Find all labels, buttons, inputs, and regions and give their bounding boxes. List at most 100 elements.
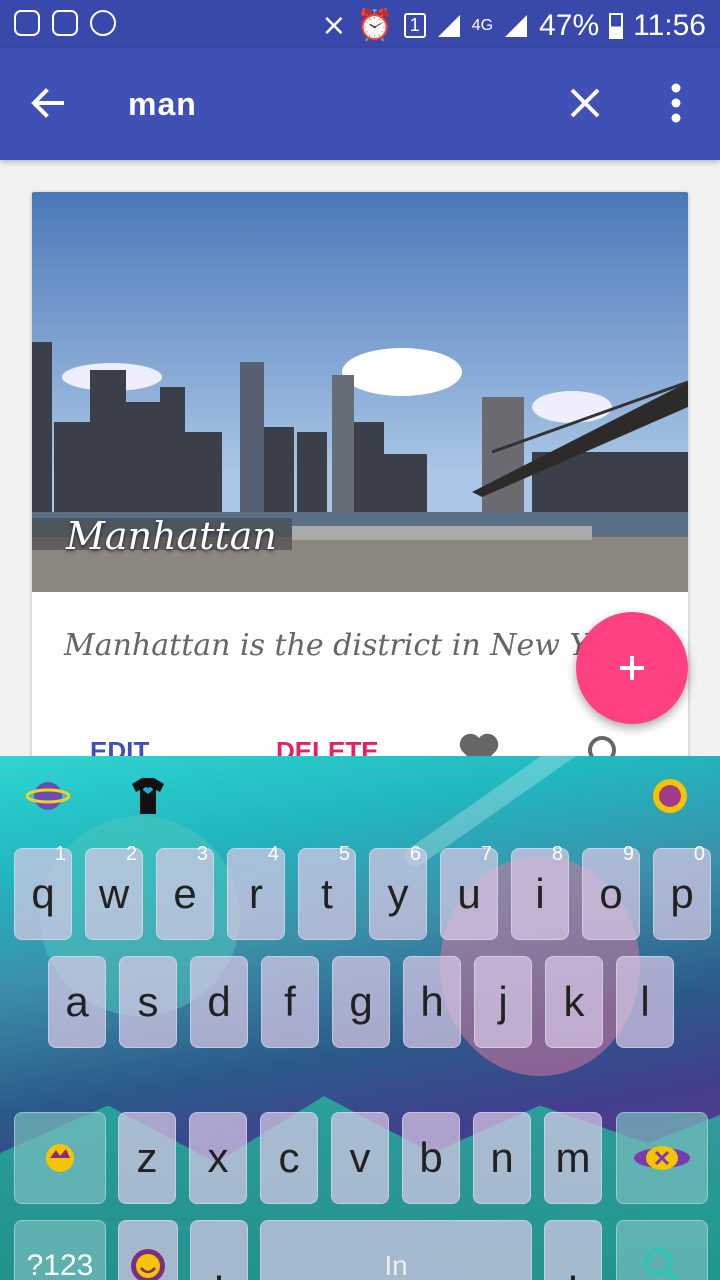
key-f[interactable]: f — [261, 956, 319, 1048]
key-e-label: e — [173, 870, 197, 917]
key-g-label: g — [349, 978, 373, 1025]
key-n[interactable]: n — [473, 1112, 531, 1204]
key-z[interactable]: z — [118, 1112, 176, 1204]
key-a[interactable]: a — [48, 956, 106, 1048]
emoji-badge-icon[interactable] — [648, 776, 692, 816]
space-label: In — [384, 1250, 408, 1280]
key-l[interactable]: l — [616, 956, 674, 1048]
key-y-number-hint: 6 — [409, 843, 421, 865]
status-bar: ⨯ ⏰ 1 4G 47% 11:56 — [0, 0, 720, 48]
key-y-label: y — [387, 870, 409, 917]
key-w-number-hint: 2 — [125, 843, 137, 865]
key-s[interactable]: s — [119, 956, 177, 1048]
key-x-label: x — [207, 1134, 229, 1181]
key-h[interactable]: h — [403, 956, 461, 1048]
comma-key[interactable]: , — [190, 1220, 248, 1280]
key-r[interactable]: r4 — [227, 843, 285, 940]
alarm-icon: ⏰ — [356, 9, 394, 42]
signal-icon-2 — [505, 14, 528, 37]
search-key[interactable] — [616, 1220, 708, 1280]
mute-icon: ⨯ — [321, 9, 347, 42]
key-q-label: q — [31, 870, 55, 917]
key-x[interactable]: x — [189, 1112, 247, 1204]
emoji-key[interactable] — [118, 1220, 178, 1280]
key-v[interactable]: v — [331, 1112, 389, 1204]
key-w[interactable]: w2 — [85, 843, 143, 940]
theme-shirt-icon[interactable] — [126, 776, 170, 816]
key-r-label: r — [249, 870, 263, 917]
period-key[interactable]: . — [544, 1220, 602, 1280]
key-g[interactable]: g — [332, 956, 390, 1048]
search-icon — [644, 1248, 680, 1280]
shift-icon — [46, 1144, 74, 1172]
key-c[interactable]: c — [260, 1112, 318, 1204]
key-o-label: o — [599, 870, 623, 917]
comma-label: , — [213, 1242, 225, 1280]
key-p[interactable]: p0 — [653, 843, 711, 940]
key-i[interactable]: i8 — [511, 843, 569, 940]
shift-key[interactable] — [14, 1112, 106, 1204]
key-n-label: n — [490, 1134, 514, 1181]
key-e[interactable]: e3 — [156, 843, 214, 940]
close-icon[interactable] — [560, 78, 610, 128]
period-label: . — [567, 1242, 579, 1280]
key-p-number-hint: 0 — [693, 843, 705, 865]
key-u-label: u — [457, 870, 481, 917]
key-t-label: t — [321, 870, 333, 917]
battery-icon — [609, 12, 624, 39]
key-b[interactable]: b — [402, 1112, 460, 1204]
key-m-label: m — [555, 1134, 591, 1181]
key-i-label: i — [535, 870, 545, 917]
network-type: 4G — [471, 16, 494, 34]
emoji-face-icon — [131, 1249, 165, 1280]
app-bar: man — [0, 48, 720, 160]
key-t-number-hint: 5 — [338, 843, 350, 865]
backspace-icon — [634, 1146, 690, 1170]
more-options-icon[interactable] — [656, 78, 696, 128]
key-q[interactable]: q1 — [14, 843, 72, 940]
key-q-number-hint: 1 — [54, 843, 66, 865]
key-j-label: j — [498, 978, 508, 1025]
key-e-number-hint: 3 — [196, 843, 208, 865]
add-fab-button[interactable] — [576, 612, 688, 724]
key-w-label: w — [98, 870, 130, 917]
key-v-label: v — [349, 1134, 371, 1181]
key-u[interactable]: u7 — [440, 843, 498, 940]
key-b-label: b — [419, 1134, 443, 1181]
key-m[interactable]: m — [544, 1112, 602, 1204]
card-title: Manhattan — [66, 514, 277, 558]
instagram-icon — [14, 10, 40, 36]
key-t[interactable]: t5 — [298, 843, 356, 940]
key-h-label: h — [420, 978, 444, 1025]
key-j[interactable]: j — [474, 956, 532, 1048]
key-k-label: k — [563, 978, 585, 1025]
key-i-number-hint: 8 — [551, 843, 563, 865]
card-description: Manhattan is the district in New Y — [64, 628, 590, 663]
key-u-number-hint: 7 — [480, 843, 492, 865]
signal-icon — [437, 14, 460, 37]
key-d-label: d — [207, 978, 231, 1025]
whatsapp-icon — [90, 10, 116, 36]
key-k[interactable]: k — [545, 956, 603, 1048]
search-input[interactable]: man — [128, 86, 197, 123]
symbols-key[interactable]: ?123 — [14, 1220, 106, 1280]
key-y[interactable]: y6 — [369, 843, 427, 940]
backspace-key[interactable] — [616, 1112, 708, 1204]
plus-icon — [620, 656, 644, 680]
key-o[interactable]: o9 — [582, 843, 640, 940]
key-l-label: l — [640, 978, 650, 1025]
back-arrow-icon[interactable] — [24, 78, 74, 128]
key-p-label: p — [670, 870, 694, 917]
clock: 11:56 — [633, 8, 706, 42]
key-o-number-hint: 9 — [622, 843, 634, 865]
key-f-label: f — [284, 978, 296, 1025]
sim-indicator: 1 — [403, 13, 426, 38]
key-z-label: z — [136, 1134, 158, 1181]
keyboard: q1w2e3r4t5y6u7i8o9p0asdfghjklzxcvbnm....… — [0, 756, 720, 1280]
messenger-icon — [52, 10, 78, 36]
space-key[interactable]: In — [260, 1220, 532, 1280]
key-d[interactable]: d — [190, 956, 248, 1048]
key-a-label: a — [65, 978, 89, 1025]
planet-icon[interactable] — [26, 776, 70, 816]
key-r-number-hint: 4 — [267, 843, 279, 865]
